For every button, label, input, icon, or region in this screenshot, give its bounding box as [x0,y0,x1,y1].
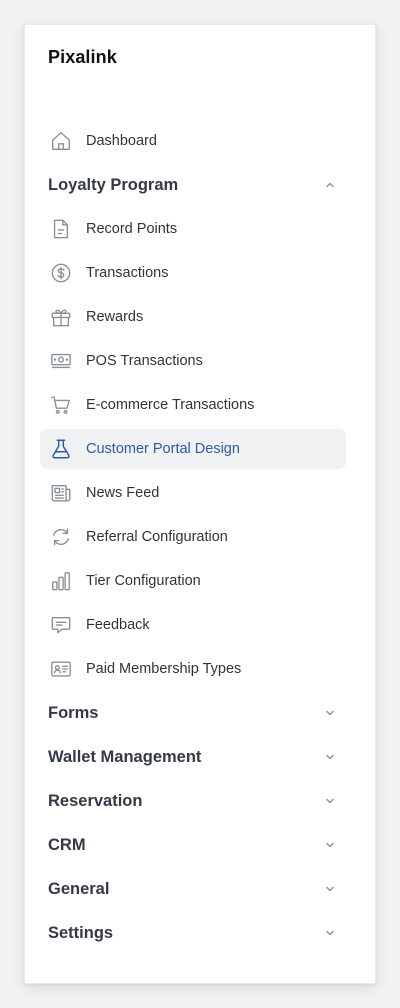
sidebar-item-rewards[interactable]: Rewards [40,297,346,337]
id-card-icon [50,658,72,680]
sidebar-item-label: Referral Configuration [86,529,228,545]
chat-icon [50,614,72,636]
sidebar-item-dashboard[interactable]: Dashboard [40,121,346,161]
section-settings[interactable]: Settings [40,913,346,953]
sidebar-item-label: E-commerce Transactions [86,397,255,413]
sidebar-item-label: News Feed [86,485,160,501]
section-label: Reservation [48,791,143,810]
section-wallet-management[interactable]: Wallet Management [40,737,346,777]
sidebar-item-record-points[interactable]: Record Points [40,209,346,249]
home-icon [50,130,72,152]
chevron-down-icon [324,751,336,763]
sidebar-item-transactions[interactable]: Transactions [40,253,346,293]
cart-icon [50,394,72,416]
cash-icon [50,350,72,372]
sidebar-item-tier-configuration[interactable]: Tier Configuration [40,561,346,601]
refresh-icon [50,526,72,548]
chevron-down-icon [324,883,336,895]
brand-logo: Pixalink [48,47,117,67]
section-label: General [48,879,110,898]
bar-chart-icon [50,570,72,592]
section-label: CRM [48,835,86,854]
section-crm[interactable]: CRM [40,825,346,865]
sidebar: Pixalink Dashboard Loyalty Program Recor… [24,24,376,984]
document-icon [50,218,72,240]
sidebar-item-label: Customer Portal Design [86,441,240,457]
sidebar-item-paid-membership-types[interactable]: Paid Membership Types [40,649,346,689]
section-general[interactable]: General [40,869,346,909]
section-label: Wallet Management [48,747,202,766]
section-label: Loyalty Program [48,175,179,194]
chevron-up-icon [324,179,336,191]
chevron-down-icon [324,927,336,939]
sidebar-item-label: Record Points [86,221,178,237]
sidebar-item-feedback[interactable]: Feedback [40,605,346,645]
sidebar-item-label: Dashboard [86,133,157,149]
chevron-down-icon [324,707,336,719]
section-label: Forms [48,703,99,722]
sidebar-item-label: POS Transactions [86,353,203,369]
dollar-circle-icon [50,262,72,284]
section-label: Settings [48,923,114,942]
beaker-icon [50,438,72,460]
sidebar-item-label: Feedback [86,617,150,633]
section-loyalty-program[interactable]: Loyalty Program [40,165,346,205]
sidebar-item-label: Tier Configuration [86,573,201,589]
section-reservation[interactable]: Reservation [40,781,346,821]
section-forms[interactable]: Forms [40,693,346,733]
sidebar-item-pos-transactions[interactable]: POS Transactions [40,341,346,381]
chevron-down-icon [324,839,336,851]
newspaper-icon [50,482,72,504]
sidebar-item-label: Paid Membership Types [86,661,242,677]
sidebar-item-referral-configuration[interactable]: Referral Configuration [40,517,346,557]
sidebar-item-label: Rewards [86,309,144,325]
gift-icon [50,306,72,328]
sidebar-item-news-feed[interactable]: News Feed [40,473,346,513]
sidebar-item-customer-portal-design[interactable]: Customer Portal Design [40,429,346,469]
chevron-down-icon [324,795,336,807]
sidebar-item-ecommerce-transactions[interactable]: E-commerce Transactions [40,385,346,425]
sidebar-item-label: Transactions [86,265,169,281]
